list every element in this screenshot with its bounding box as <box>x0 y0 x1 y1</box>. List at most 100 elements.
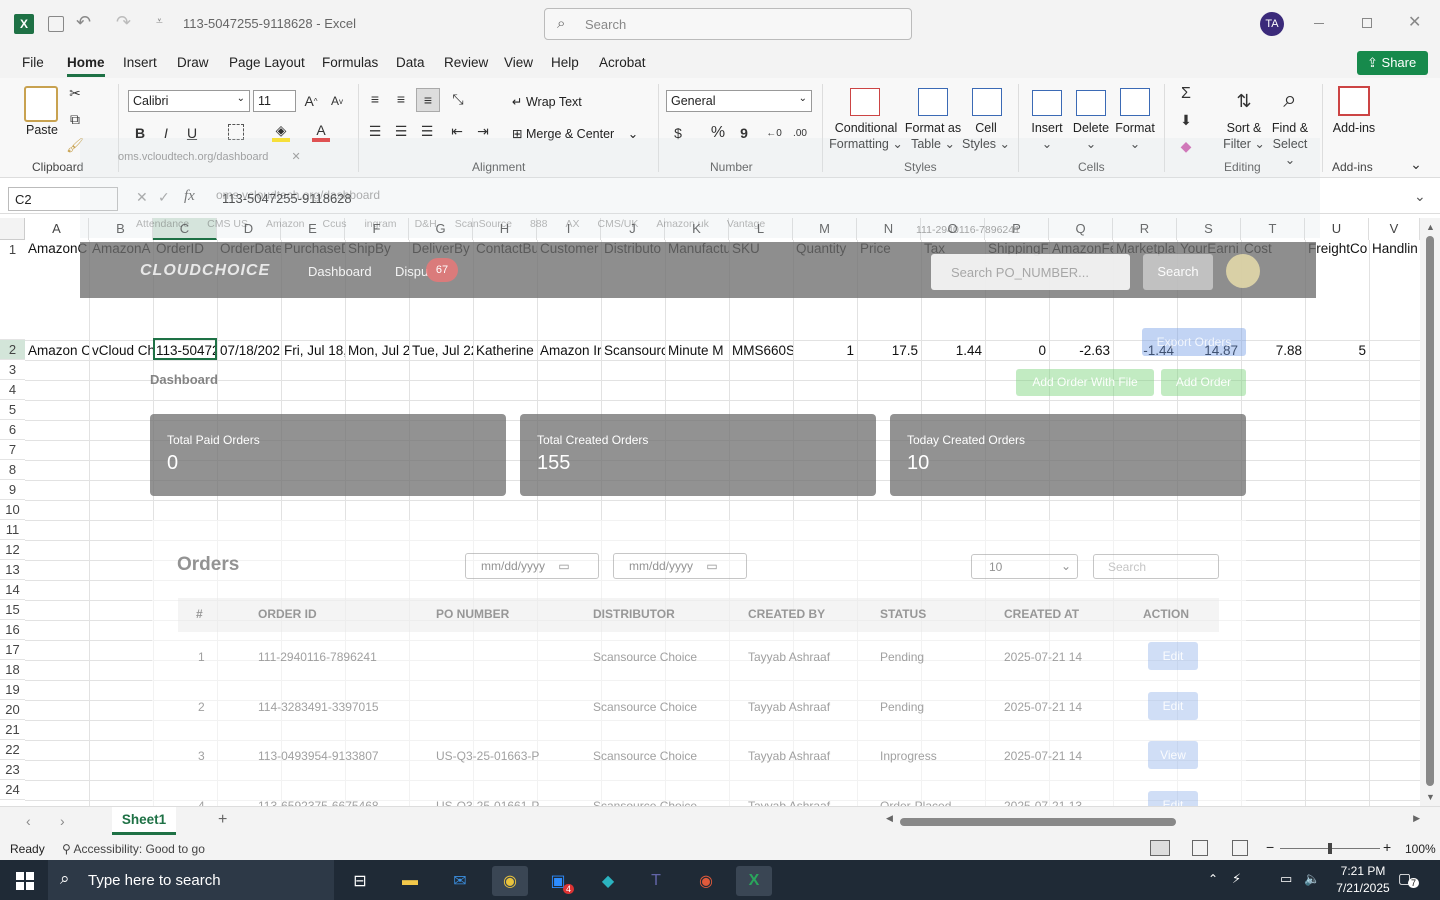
align-right-icon[interactable]: ☰ <box>418 122 436 140</box>
header-cell[interactable]: SKU <box>729 241 793 261</box>
tab-home[interactable]: Home <box>67 55 105 70</box>
data-cell[interactable]: 1 <box>793 341 857 361</box>
column-header[interactable]: J <box>601 218 665 240</box>
data-cell[interactable]: Amazon Ir <box>537 341 601 361</box>
column-header[interactable]: F <box>345 218 409 240</box>
row-header[interactable]: 3 <box>0 360 25 380</box>
data-cell[interactable]: Katherine <box>473 341 537 361</box>
column-header[interactable]: I <box>537 218 601 240</box>
start-icon[interactable] <box>16 872 34 890</box>
accessibility-status[interactable]: ⚲ Accessibility: Good to go <box>62 842 205 856</box>
insert-cells-button[interactable]: Insert ⌄ <box>1026 120 1068 152</box>
row-header[interactable]: 21 <box>0 720 25 740</box>
redo-icon[interactable]: ↷ <box>116 12 131 33</box>
search-box[interactable]: ⌕ Search <box>544 8 912 40</box>
borders-icon[interactable] <box>228 124 244 140</box>
cell-styles-icon[interactable] <box>972 88 1002 116</box>
format-painter-icon[interactable]: 🖌 <box>66 136 84 154</box>
header-cell[interactable]: Quantity <box>793 241 857 261</box>
row-header[interactable]: 6 <box>0 420 25 440</box>
select-all-corner[interactable] <box>0 218 25 240</box>
minimize-icon[interactable] <box>1314 23 1324 24</box>
column-header[interactable]: P <box>985 218 1049 240</box>
header-cell[interactable]: YourEarni <box>1177 241 1241 261</box>
column-header[interactable]: K <box>665 218 729 240</box>
clear-icon[interactable]: ◆ <box>1176 136 1196 156</box>
data-cell[interactable]: vCloud Ch <box>89 341 153 361</box>
task-view-icon[interactable]: ⊟ <box>342 866 378 896</box>
h-scroll-thumb[interactable] <box>900 818 1176 826</box>
fill-icon[interactable]: ⬇ <box>1176 110 1196 130</box>
increase-indent-icon[interactable]: ⇥ <box>474 122 492 140</box>
sheet-tab-sheet1[interactable]: Sheet1 <box>112 807 176 835</box>
column-header[interactable]: R <box>1113 218 1177 240</box>
tab-help[interactable]: Help <box>551 55 579 70</box>
column-header[interactable]: A <box>25 218 89 240</box>
page-break-view-icon[interactable] <box>1232 840 1248 856</box>
formula-input[interactable]: 113-5047255-9118628 <box>222 191 352 206</box>
enter-icon[interactable]: ✓ <box>158 189 170 206</box>
zoom-slider[interactable] <box>1280 843 1380 854</box>
underline-icon[interactable]: U <box>184 124 200 142</box>
conditional-formatting-button[interactable]: Conditional Formatting ⌄ <box>828 120 904 152</box>
tab-data[interactable]: Data <box>396 55 425 70</box>
data-cell[interactable]: Amazon C <box>25 341 89 361</box>
scroll-right-icon[interactable]: ▶ <box>1413 813 1420 824</box>
data-cell[interactable]: 5 <box>1305 341 1369 361</box>
data-cell[interactable]: 07/18/202 <box>217 341 281 361</box>
row-header[interactable]: 20 <box>0 700 25 720</box>
align-left-icon[interactable]: ☰ <box>366 122 384 140</box>
chrome-icon[interactable]: ◉ <box>492 866 528 896</box>
tab-view[interactable]: View <box>504 55 533 70</box>
copy-icon[interactable]: ⧉ <box>66 110 84 128</box>
font-color-icon[interactable]: A <box>312 122 330 142</box>
row-header[interactable]: 23 <box>0 760 25 780</box>
sort-filter-button[interactable]: Sort & Filter ⌄ <box>1220 120 1268 152</box>
tab-insert[interactable]: Insert <box>123 55 157 70</box>
column-header[interactable]: U <box>1305 218 1369 240</box>
row-header[interactable]: 16 <box>0 620 25 640</box>
outlook-icon[interactable]: ✉ <box>442 866 478 896</box>
paste-icon[interactable] <box>24 86 58 122</box>
tab-review[interactable]: Review <box>444 55 488 70</box>
data-cell[interactable]: MMS660S <box>729 341 793 361</box>
autosum-icon[interactable]: Σ <box>1176 84 1196 104</box>
find-select-icon[interactable]: ⌕ <box>1274 84 1306 116</box>
undo-icon[interactable]: ↶ <box>76 12 91 33</box>
format-as-table-button[interactable]: Format as Table ⌄ <box>902 120 964 152</box>
teams-icon[interactable]: T <box>638 866 674 896</box>
column-header[interactable]: V <box>1369 218 1420 240</box>
share-button[interactable]: ⇪ Share <box>1357 51 1428 75</box>
chrome-profile-icon[interactable]: ◉ <box>688 866 724 896</box>
font-name-select[interactable]: Calibri ⌄ <box>128 90 250 112</box>
conditional-formatting-icon[interactable] <box>850 88 880 116</box>
data-cell[interactable]: -2.63 <box>1049 341 1113 361</box>
tray-chevron-icon[interactable]: ⌃ <box>1208 872 1218 886</box>
row-header[interactable]: 22 <box>0 740 25 760</box>
row-header[interactable]: 18 <box>0 660 25 680</box>
zoom-thumb[interactable] <box>1328 843 1332 854</box>
close-icon[interactable]: ✕ <box>1408 12 1421 32</box>
merge-center-button[interactable]: ⊞ Merge & Center ⌄ <box>512 126 638 141</box>
column-header[interactable]: L <box>729 218 793 240</box>
align-center-icon[interactable]: ☰ <box>392 122 410 140</box>
page-layout-view-icon[interactable] <box>1192 840 1208 856</box>
cell-styles-button[interactable]: Cell Styles ⌄ <box>962 120 1010 152</box>
data-cell[interactable]: 0 <box>985 341 1049 361</box>
row-header[interactable]: 15 <box>0 600 25 620</box>
paste-button[interactable]: Paste <box>24 122 60 138</box>
scroll-left-icon[interactable]: ◀ <box>886 813 893 824</box>
italic-icon[interactable]: I <box>158 124 174 142</box>
increase-decimal-icon[interactable]: ←0 <box>764 124 784 142</box>
row-header[interactable]: 24 <box>0 780 25 800</box>
delete-cells-icon[interactable] <box>1076 90 1106 116</box>
tab-page-layout[interactable]: Page Layout <box>229 55 305 70</box>
row-header[interactable]: 2 <box>0 340 25 360</box>
selected-cell[interactable] <box>153 338 217 360</box>
scroll-up-icon[interactable]: ▲ <box>1426 222 1435 232</box>
app-icon[interactable]: ◆ <box>590 866 626 896</box>
header-cell[interactable]: OrderID <box>153 241 217 261</box>
fill-color-icon[interactable]: ◈ <box>272 122 290 142</box>
percent-icon[interactable]: % <box>708 124 728 142</box>
header-cell[interactable]: Distributo <box>601 241 665 261</box>
